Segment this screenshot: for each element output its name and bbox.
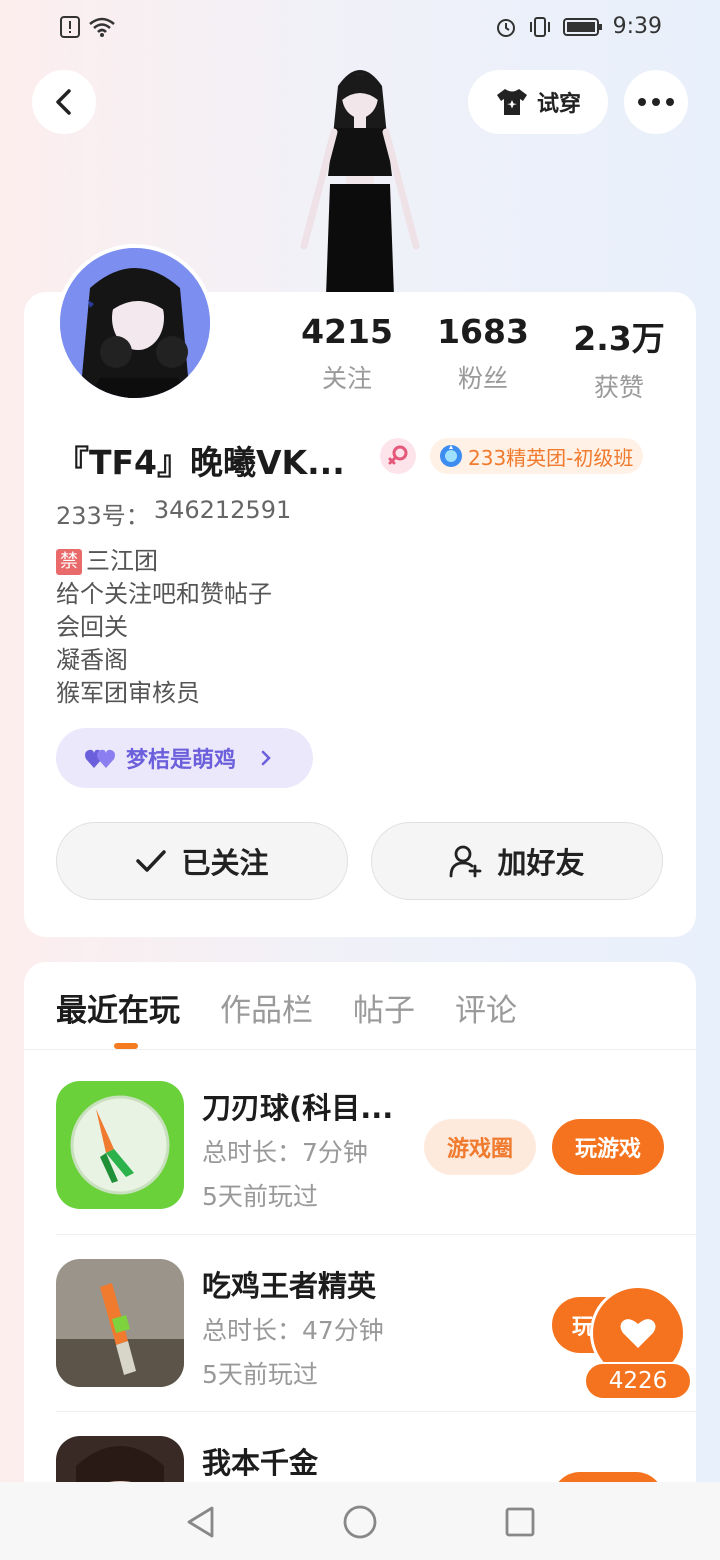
- stat-following[interactable]: 4215 关注: [282, 312, 412, 395]
- stat-value: 4215: [301, 312, 393, 351]
- play-game-button[interactable]: 玩游戏: [552, 1119, 664, 1175]
- system-nav-bar: [0, 1482, 720, 1560]
- chevron-left-icon: [56, 89, 71, 115]
- rank-label: 233精英团-初级班: [468, 445, 634, 470]
- battery-icon: [562, 17, 602, 36]
- rank-badge[interactable]: 233精英团-初级班: [430, 438, 644, 474]
- add-friend-label: 加好友: [497, 846, 585, 880]
- circle-home-icon: [343, 1505, 377, 1539]
- game-name: 吃鸡王者精英: [202, 1269, 377, 1303]
- bio-line: 凝香阁: [56, 646, 128, 674]
- alarm-icon: [496, 18, 515, 37]
- tab-works[interactable]: 作品栏: [220, 985, 313, 1030]
- game-name: 我本千金: [202, 1446, 319, 1480]
- tshirt-icon: [496, 89, 527, 115]
- user-avatar[interactable]: [56, 244, 214, 402]
- game-duration: 总时长：7分钟: [202, 1138, 368, 1167]
- avatar-image: [60, 248, 210, 398]
- bio: 禁三江团 给个关注吧和赞帖子 会回关 凝香阁 猴军团审核员: [56, 545, 272, 710]
- user-id: 233号： 346212591: [56, 496, 291, 531]
- profile-tabs: 最近在玩 作品栏 帖子 评论: [56, 985, 517, 1030]
- tab-comments[interactable]: 评论: [455, 985, 517, 1030]
- followed-button[interactable]: 已关注: [56, 822, 348, 900]
- stat-label: 获赞: [593, 373, 644, 402]
- divider: [56, 1411, 696, 1412]
- tab-recently-played[interactable]: 最近在玩: [56, 985, 180, 1030]
- bio-line: 三江团: [86, 547, 158, 575]
- game-icon: [56, 1081, 184, 1209]
- nav-home-button[interactable]: [340, 1502, 380, 1542]
- stat-label: 关注: [321, 364, 372, 393]
- stat-likes[interactable]: 2.3万 获赞: [554, 312, 684, 404]
- nav-back-button[interactable]: [180, 1502, 220, 1542]
- rank-medal-icon: [440, 445, 462, 467]
- game-circle-button[interactable]: 游戏圈: [424, 1119, 536, 1175]
- back-button[interactable]: [32, 70, 96, 134]
- game-last-played: 5天前玩过: [202, 1182, 318, 1211]
- divider: [24, 1049, 696, 1050]
- gender-badge: [380, 438, 416, 474]
- add-user-icon: [450, 845, 482, 878]
- game-icon: [56, 1259, 184, 1387]
- divider: [56, 1234, 696, 1235]
- game-row[interactable]: 刀刃球(科目... 总时长：7分钟 5天前玩过 游戏圈 玩游戏: [56, 1081, 676, 1213]
- more-dots-icon: [638, 98, 674, 106]
- avatar-3d-figure: [300, 70, 420, 296]
- like-count: 4226: [584, 1362, 692, 1400]
- stat-followers[interactable]: 1683 粉丝: [418, 312, 548, 395]
- bio-line: 给个关注吧和赞帖子: [56, 580, 272, 608]
- uid-label: 233号：: [56, 502, 150, 530]
- bio-line: 猴军团审核员: [56, 679, 200, 707]
- game-row[interactable]: 吃鸡王者精英 总时长：47分钟 5天前玩过 玩: [56, 1259, 676, 1391]
- alert-icon: [60, 16, 80, 38]
- status-bar: 9:39: [0, 0, 720, 56]
- add-friend-button[interactable]: 加好友: [371, 822, 663, 900]
- female-icon: [388, 445, 408, 465]
- chevron-right-icon: [261, 750, 271, 766]
- more-options-button[interactable]: [624, 70, 688, 134]
- uid-value: 346212591: [153, 496, 292, 524]
- username: 『TF4』晚曦VK...: [56, 443, 345, 482]
- nav-recents-button[interactable]: [500, 1502, 540, 1542]
- status-time: 9:39: [612, 14, 662, 39]
- game-last-played: 5天前玩过: [202, 1360, 318, 1389]
- vibrate-icon: [529, 16, 550, 37]
- bio-line: 会回关: [56, 613, 128, 641]
- ban-tag: 禁: [56, 548, 82, 575]
- try-on-button[interactable]: 试穿: [468, 70, 608, 134]
- stat-value: 1683: [437, 312, 529, 351]
- cp-label: 梦桔是萌鸡: [126, 748, 237, 773]
- game-duration: 总时长：47分钟: [202, 1316, 384, 1345]
- try-on-label: 试穿: [536, 92, 581, 117]
- followed-label: 已关注: [181, 846, 269, 880]
- check-icon: [136, 850, 167, 872]
- heart-icon: [620, 1319, 656, 1348]
- game-name: 刀刃球(科目...: [202, 1091, 394, 1125]
- square-recents-icon: [505, 1507, 535, 1537]
- tab-posts[interactable]: 帖子: [353, 985, 415, 1030]
- stat-label: 粉丝: [457, 364, 508, 393]
- triangle-back-icon: [187, 1506, 214, 1538]
- cp-relation-pill[interactable]: 梦桔是萌鸡: [56, 728, 313, 788]
- double-heart-icon: [85, 749, 115, 768]
- wifi-icon: [89, 17, 115, 37]
- stat-value: 2.3万: [573, 319, 665, 358]
